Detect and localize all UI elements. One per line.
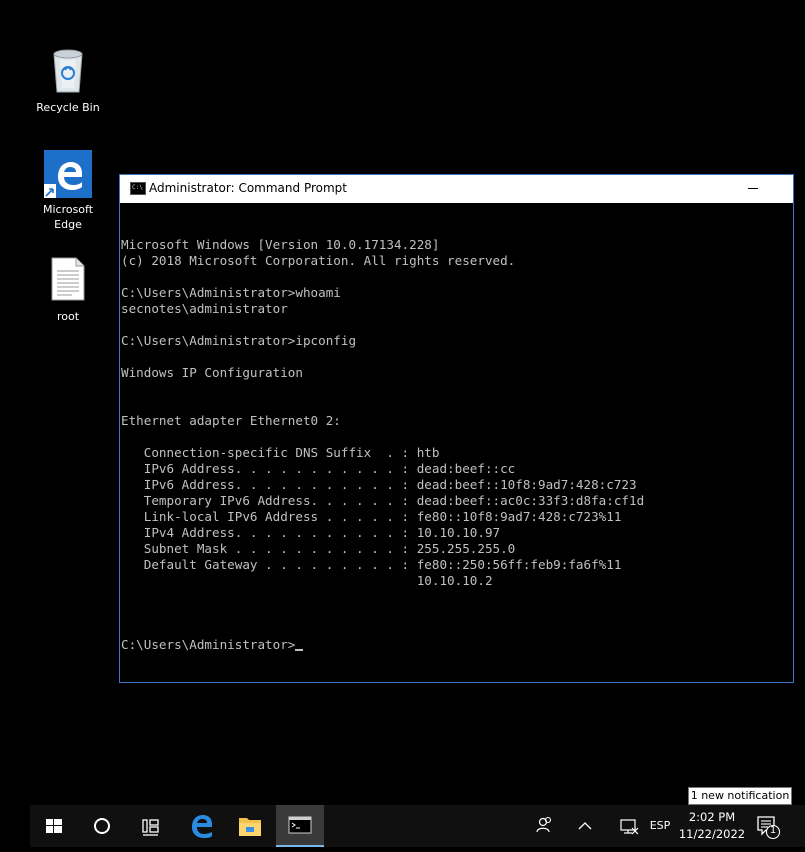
- console-prompt: C:\Users\Administrator>: [121, 637, 296, 652]
- search-button[interactable]: [78, 805, 126, 847]
- clock-time: 2:02 PM: [688, 810, 736, 824]
- console-output[interactable]: Microsoft Windows [Version 10.0.17134.22…: [120, 203, 793, 682]
- desktop-icon-recycle-bin[interactable]: Recycle Bin: [33, 46, 103, 115]
- desktop-icon-label: Microsoft Edge: [42, 203, 94, 231]
- edge-icon: [44, 150, 92, 198]
- text-file-icon: [50, 257, 86, 301]
- notification-tooltip: 1 new notification: [688, 787, 792, 805]
- minimize-button[interactable]: [730, 175, 776, 203]
- console-line: secnotes\administrator: [121, 301, 288, 316]
- desktop-icon-microsoft-edge[interactable]: Microsoft Edge: [33, 150, 103, 232]
- clock[interactable]: 2:02 PM 11/22/2022: [675, 805, 749, 847]
- console-line: Ethernet adapter Ethernet0 2:: [121, 413, 341, 428]
- input-language-indicator[interactable]: ESP: [645, 805, 675, 847]
- folder-icon: [239, 818, 261, 836]
- console-prompt-line[interactable]: C:\Users\Administrator>: [121, 637, 793, 653]
- chevron-up-icon: [578, 822, 592, 830]
- desktop-icon-label: Recycle Bin: [36, 101, 100, 114]
- clock-date: 11/22/2022: [678, 827, 746, 841]
- command-prompt-window[interactable]: Administrator: Command Prompt Microsoft …: [119, 174, 794, 683]
- console-line: C:\Users\Administrator>whoami: [121, 285, 341, 300]
- text-cursor: [295, 649, 304, 651]
- console-line: 10.10.10.2: [121, 573, 493, 588]
- cortana-circle-icon: [94, 818, 110, 834]
- console-line: Temporary IPv6 Address. . . . . . : dead…: [121, 493, 645, 508]
- people-icon: [536, 816, 552, 833]
- console-line: Default Gateway . . . . . . . . . : fe80…: [121, 557, 622, 572]
- console-line: IPv4 Address. . . . . . . . . . . : 10.1…: [121, 525, 501, 540]
- desktop-icon-root-file[interactable]: root: [33, 257, 103, 324]
- edge-taskbar-button[interactable]: [178, 805, 226, 847]
- show-hidden-icons-button[interactable]: [570, 805, 600, 847]
- recycle-bin-icon: [48, 46, 88, 94]
- people-button[interactable]: [530, 805, 560, 847]
- console-line: Subnet Mask . . . . . . . . . . . : 255.…: [121, 541, 516, 556]
- start-button[interactable]: [30, 805, 78, 847]
- command-prompt-taskbar-button[interactable]: [276, 805, 324, 847]
- console-line: IPv6 Address. . . . . . . . . . . : dead…: [121, 461, 516, 476]
- task-view-button[interactable]: [126, 805, 174, 847]
- action-center-button[interactable]: 1: [748, 805, 794, 847]
- windows-logo-icon: [46, 819, 62, 833]
- command-prompt-icon: [130, 182, 146, 195]
- window-titlebar[interactable]: Administrator: Command Prompt: [120, 175, 793, 203]
- console-line: Windows IP Configuration: [121, 365, 303, 380]
- notification-count-badge: 1: [769, 825, 777, 836]
- minimize-icon: [748, 188, 758, 189]
- console-line: Connection-specific DNS Suffix . : htb: [121, 445, 440, 460]
- file-explorer-taskbar-button[interactable]: [226, 805, 274, 847]
- network-status-button[interactable]: [616, 805, 644, 847]
- console-line: Microsoft Windows [Version 10.0.17134.22…: [121, 237, 440, 252]
- desktop-icon-label: root: [56, 310, 80, 323]
- console-line: (c) 2018 Microsoft Corporation. All righ…: [121, 253, 516, 268]
- window-title: Administrator: Command Prompt: [149, 181, 347, 195]
- console-line: C:\Users\Administrator>ipconfig: [121, 333, 357, 348]
- console-line: Link-local IPv6 Address . . . . . : fe80…: [121, 509, 622, 524]
- task-view-icon: [142, 819, 159, 836]
- taskbar: ESP 2:02 PM 11/22/2022 1: [30, 805, 805, 847]
- console-lines: Microsoft Windows [Version 10.0.17134.22…: [121, 237, 793, 605]
- command-prompt-icon: [288, 816, 312, 834]
- edge-icon: [192, 815, 212, 838]
- console-line: IPv6 Address. . . . . . . . . . . : dead…: [121, 477, 637, 492]
- network-icon: [620, 819, 639, 835]
